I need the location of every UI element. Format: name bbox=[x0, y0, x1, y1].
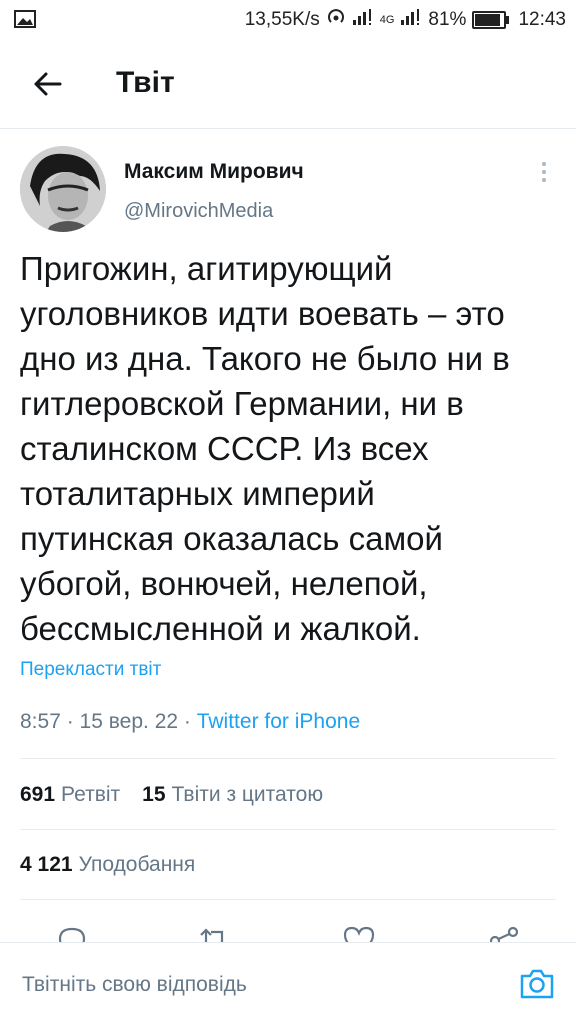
page-title: Твіт bbox=[116, 66, 175, 99]
retweets-count: 691 bbox=[20, 783, 56, 806]
likes-count: 4 121 bbox=[20, 853, 73, 876]
divider bbox=[20, 829, 556, 830]
divider bbox=[20, 758, 556, 759]
likes-stat[interactable]: 4 121 Уподобання bbox=[20, 853, 195, 877]
back-button[interactable] bbox=[28, 64, 68, 104]
signal-icon-2 bbox=[400, 8, 422, 32]
likes-label: Уподобання bbox=[78, 853, 196, 876]
tweet-text: Пригожин, агитирующий уголовников идти в… bbox=[20, 250, 510, 647]
tweet-date: 15 вер. 22 bbox=[79, 710, 179, 733]
hotspot-icon bbox=[326, 7, 346, 33]
battery-icon bbox=[472, 11, 510, 29]
quotes-count: 15 bbox=[142, 783, 166, 806]
retweets-label: Ретвіт bbox=[61, 783, 121, 806]
translate-tweet-link[interactable]: Перекласти твіт bbox=[20, 659, 161, 681]
camera-icon bbox=[520, 969, 554, 999]
tweet-source-link[interactable]: Twitter for iPhone bbox=[197, 710, 360, 733]
status-bar: 13,55K/s 4G 81% 12:43 bbox=[0, 0, 576, 40]
avatar[interactable] bbox=[20, 146, 106, 232]
retweet-stats: 691 Ретвіт 15 Твіти з цитатою bbox=[20, 783, 323, 807]
network-type: 4G bbox=[379, 14, 395, 26]
image-icon bbox=[14, 9, 36, 35]
battery-percent: 81% bbox=[428, 9, 467, 30]
camera-button[interactable] bbox=[518, 965, 556, 1003]
signal-icon bbox=[352, 8, 374, 32]
divider bbox=[20, 899, 556, 900]
arrow-left-icon bbox=[34, 72, 62, 96]
tweet-meta: 8:57 · 15 вер. 22 · Twitter for iPhone bbox=[20, 710, 360, 734]
reply-input[interactable]: Твітніть свою відповідь bbox=[22, 973, 247, 997]
meta-separator: · bbox=[66, 710, 80, 733]
more-vertical-icon bbox=[534, 162, 554, 182]
likes-stats: 4 121 Уподобання bbox=[20, 853, 195, 877]
quotes-label: Твіти з цитатою bbox=[171, 783, 324, 806]
battery-level bbox=[475, 14, 500, 26]
clock: 12:43 bbox=[518, 9, 566, 30]
more-options-button[interactable] bbox=[534, 158, 554, 188]
author-name[interactable]: Максим Мирович bbox=[124, 160, 304, 184]
network-speed: 13,55K/s bbox=[244, 9, 320, 30]
reply-bar: Твітніть свою відповідь bbox=[0, 942, 576, 1025]
meta-separator: · bbox=[183, 710, 197, 733]
retweets-stat[interactable]: 691 Ретвіт bbox=[20, 783, 120, 807]
tweet-time: 8:57 bbox=[20, 710, 61, 733]
quotes-stat[interactable]: 15 Твіти з цитатою bbox=[142, 783, 323, 807]
header: Твіт bbox=[0, 40, 576, 129]
author-handle[interactable]: @MirovichMedia bbox=[124, 200, 273, 223]
